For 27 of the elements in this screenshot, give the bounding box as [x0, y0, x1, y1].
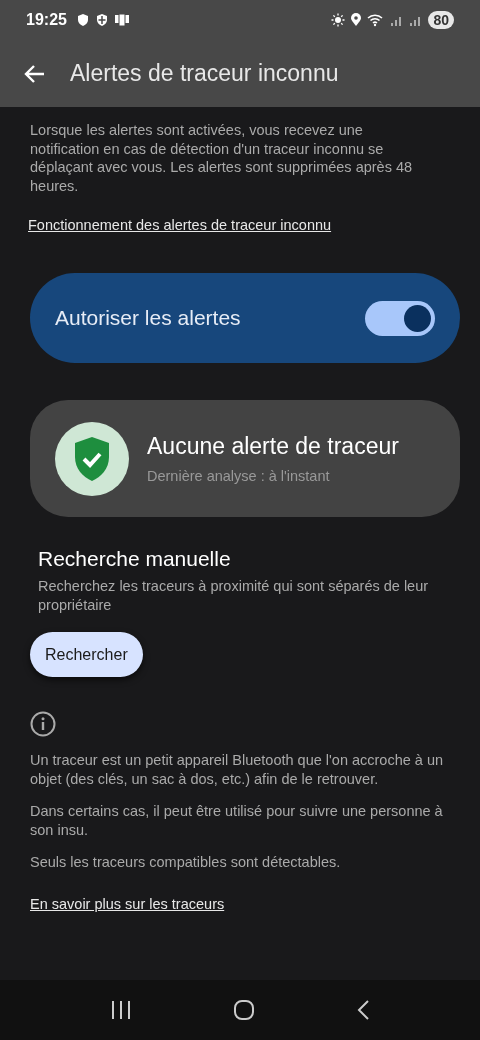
info-paragraph: Dans certains cas, il peut être utilisé pour suivre une personne à son insu.	[30, 802, 444, 839]
learn-more-link[interactable]: En savoir plus sur les traceurs	[30, 895, 225, 912]
info-icon	[30, 711, 56, 737]
back-icon[interactable]	[355, 999, 370, 1021]
info-paragraph: Seuls les traceurs compatibles sont détectables.	[30, 853, 342, 872]
help-link[interactable]: Fonctionnement des alertes de traceur inconnu	[28, 217, 332, 233]
sun-icon	[331, 13, 346, 27]
page-title: Alertes de traceur inconnu	[70, 60, 339, 87]
section-heading: Recherche manuelle	[38, 547, 231, 571]
toggle-label: Autoriser les alertes	[55, 306, 241, 330]
location-icon	[350, 13, 363, 27]
battery-level: 80	[428, 11, 454, 29]
intro-text: Lorsque les alertes sont activées, vous recevez une notification en cas de détection d'un traceur inconnu se déplaçant avec vous. Les alertes sont supprimées après 48 heures.	[30, 121, 414, 195]
recent-apps-icon[interactable]	[110, 1000, 133, 1020]
status-title: Aucune alerte de traceur	[147, 433, 399, 460]
shield-icon	[75, 13, 90, 27]
clock-time: 19:25	[26, 11, 67, 29]
device-icon	[113, 13, 130, 27]
toggle-switch[interactable]	[365, 300, 435, 336]
home-icon[interactable]	[233, 999, 255, 1021]
info-paragraph: Un traceur est un petit appareil Bluetooth que l'on accroche à un objet (des clés, un sac à dos, etc.) afin de le retrouver.	[30, 751, 445, 788]
back-arrow-icon[interactable]	[24, 63, 46, 84]
section-description: Recherchez les traceurs à proximité qui sont séparés de leur propriétaire	[38, 577, 430, 614]
search-button[interactable]: Rechercher	[30, 632, 143, 677]
status-subtitle: Dernière analyse : à l'instant	[147, 468, 331, 484]
toggle-card[interactable]: Autoriser les alertes	[30, 273, 460, 363]
shield-icon	[94, 13, 109, 27]
